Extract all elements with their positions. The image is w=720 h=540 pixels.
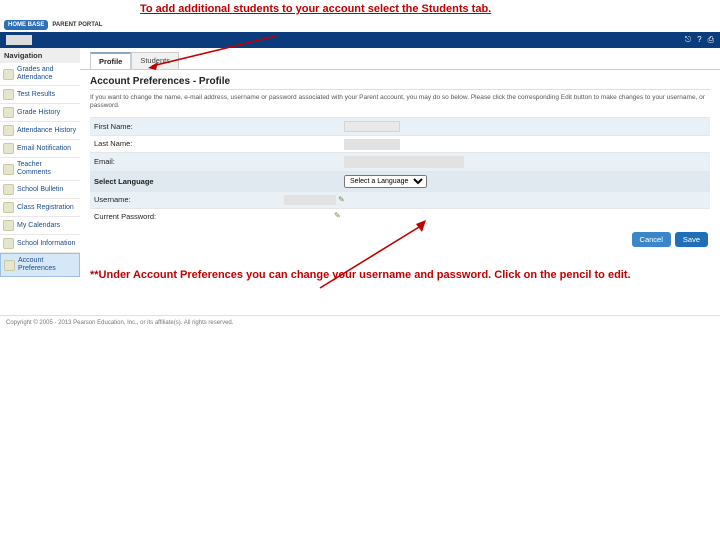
sidebar-item-label: Test Results: [17, 91, 77, 99]
bulletin-icon: [3, 184, 14, 195]
sidebar-item-my-calendars[interactable]: My Calendars: [0, 217, 80, 235]
sidebar-item-test-results[interactable]: Test Results: [0, 86, 80, 104]
school-icon: [3, 238, 14, 249]
top-bar-actions: ⎋ ? ⎙: [685, 35, 714, 45]
grades-icon: [3, 69, 14, 80]
row-email: Email:: [90, 152, 710, 171]
sidebar-item-label: My Calendars: [17, 222, 77, 230]
logout-icon[interactable]: ⎋: [685, 35, 691, 45]
label-email: Email:: [94, 157, 164, 166]
sidebar-item-label: School Information: [17, 240, 77, 248]
student-name-redacted: [6, 35, 32, 45]
footer-copyright: Copyright © 2005 - 2013 Pearson Educatio…: [0, 315, 720, 330]
row-password: Current Password: ✎: [90, 208, 710, 224]
label-username: Username:: [94, 195, 164, 204]
label-last-name: Last Name:: [94, 139, 164, 148]
brand-subtitle: PARENT PORTAL: [52, 22, 102, 28]
sidebar-item-email-notification[interactable]: Email Notification: [0, 140, 80, 158]
label-password: Current Password:: [94, 212, 164, 221]
row-language: Select Language Select a Language: [90, 171, 710, 191]
label-first-name: First Name:: [94, 122, 164, 131]
sidebar-item-school-bulletin[interactable]: School Bulletin: [0, 181, 80, 199]
preferences-icon: [4, 260, 15, 271]
panel-title: Account Preferences - Profile: [90, 76, 710, 90]
sidebar-item-label: Teacher Comments: [17, 161, 77, 177]
sidebar-item-account-preferences[interactable]: Account Preferences: [0, 253, 80, 277]
row-username: Username: ✎: [90, 191, 710, 208]
tab-students[interactable]: Students: [131, 52, 179, 69]
sidebar-item-label: Email Notification: [17, 145, 77, 153]
annotation-bottom: **Under Account Preferences you can chan…: [80, 259, 720, 289]
label-language: Select Language: [94, 177, 164, 186]
calendar-icon: [3, 220, 14, 231]
sidebar-item-label: Grades and Attendance: [17, 66, 77, 82]
save-button[interactable]: Save: [675, 232, 708, 247]
print-icon[interactable]: ⎙: [708, 35, 714, 45]
sidebar-item-school-information[interactable]: School Information: [0, 235, 80, 253]
tabs: Profile Students: [80, 48, 720, 69]
sidebar-item-teacher-comments[interactable]: Teacher Comments: [0, 158, 80, 181]
sidebar: Navigation Grades and Attendance Test Re…: [0, 48, 80, 277]
sidebar-item-grade-history[interactable]: Grade History: [0, 104, 80, 122]
cancel-button[interactable]: Cancel: [632, 232, 671, 247]
sidebar-heading: Navigation: [0, 48, 80, 63]
email-icon: [3, 143, 14, 154]
panel-description: If you want to change the name, e-mail a…: [90, 94, 710, 111]
edit-password-pencil-icon[interactable]: ✎: [334, 212, 342, 220]
edit-username-pencil-icon[interactable]: ✎: [338, 196, 346, 204]
history-icon: [3, 107, 14, 118]
content-area: Profile Students Account Preferences - P…: [80, 48, 720, 289]
row-first-name: First Name:: [90, 117, 710, 135]
top-bar: ⎋ ? ⎙: [0, 32, 720, 48]
value-last-name-redacted: [344, 139, 400, 149]
brand-row: HOME BASE PARENT PORTAL: [0, 18, 720, 32]
registration-icon: [3, 202, 14, 213]
sidebar-item-attendance-history[interactable]: Attendance History: [0, 122, 80, 140]
attendance-icon: [3, 125, 14, 136]
button-row: Cancel Save: [90, 224, 710, 249]
value-email-redacted: [344, 156, 464, 168]
profile-panel: Account Preferences - Profile If you wan…: [80, 69, 720, 259]
sidebar-item-grades-attendance[interactable]: Grades and Attendance: [0, 63, 80, 86]
row-last-name: Last Name:: [90, 135, 710, 152]
sidebar-item-label: School Bulletin: [17, 186, 77, 194]
test-icon: [3, 89, 14, 100]
sidebar-item-label: Attendance History: [17, 127, 77, 135]
annotation-top: To add additional students to your accou…: [0, 0, 720, 18]
sidebar-item-label: Class Registration: [17, 204, 77, 212]
sidebar-item-label: Account Preferences: [18, 257, 76, 273]
sidebar-item-label: Grade History: [17, 109, 77, 117]
value-username-redacted: [284, 195, 336, 205]
comments-icon: [3, 164, 14, 175]
tab-profile[interactable]: Profile: [90, 52, 131, 69]
brand-badge: HOME BASE: [4, 20, 48, 30]
help-icon[interactable]: ?: [697, 35, 701, 45]
sidebar-item-class-registration[interactable]: Class Registration: [0, 199, 80, 217]
language-select[interactable]: Select a Language: [344, 175, 427, 188]
value-first-name-redacted: [344, 121, 400, 132]
